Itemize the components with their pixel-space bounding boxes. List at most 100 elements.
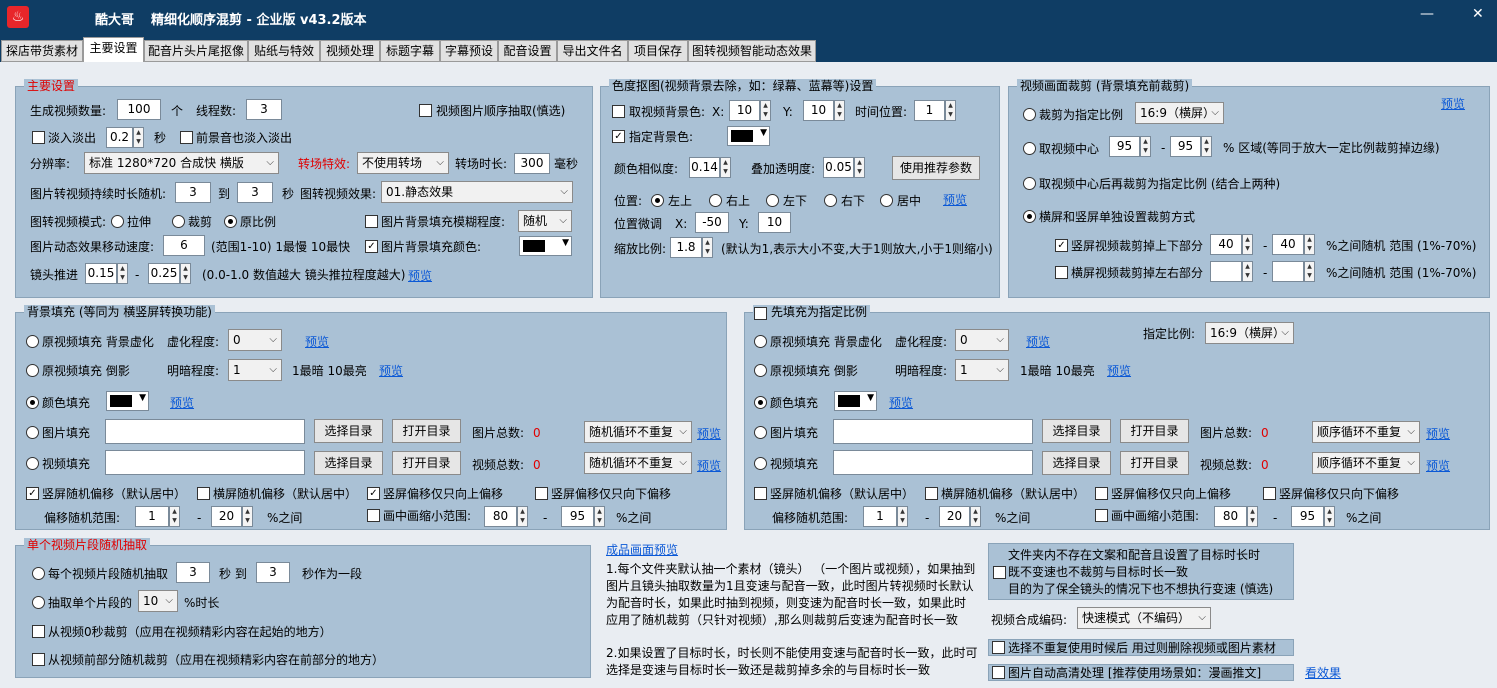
pip-b-spin-icon[interactable]: ▲ ▼ (594, 506, 605, 527)
fill2-horiz-rand-checkbox[interactable] (925, 487, 938, 500)
fill2-pip-a-spin-icon[interactable]: ▲ ▼ (1247, 506, 1258, 527)
pos-c-radio[interactable] (880, 194, 893, 207)
time-pos-input[interactable]: 1 (914, 100, 945, 121)
y-spin-icon[interactable]: ▲ ▼ (834, 100, 845, 121)
fill-orig-blur-radio[interactable] (26, 335, 39, 348)
chroma-preview-link[interactable]: 预览 (943, 192, 967, 208)
offset-b-input[interactable]: 20 (211, 506, 242, 527)
opacity-spin-icon[interactable]: ▲ ▼ (854, 157, 865, 178)
fine-x-input[interactable]: -50 (695, 212, 729, 233)
fill2-vid-path-input[interactable] (833, 450, 1033, 475)
take-bg-checkbox[interactable] (612, 105, 625, 118)
down-only-checkbox[interactable] (535, 487, 548, 500)
push-max-spin-icon[interactable]: ▲ ▼ (180, 263, 191, 284)
tab-title-subtitle[interactable]: 标题字幕 (380, 40, 440, 62)
bgm-fade-checkbox[interactable] (180, 131, 193, 144)
fill-img-open-dir-button[interactable]: 打开目录 (392, 419, 461, 443)
fill2-pip-checkbox[interactable] (1095, 509, 1108, 522)
vert-crop-a-input[interactable]: 40 (1210, 234, 1242, 255)
fill2-color-radio[interactable] (754, 396, 767, 409)
fill2-pip-b-input[interactable]: 95 (1291, 506, 1324, 527)
fill2-down-only-checkbox[interactable] (1263, 487, 1276, 500)
similarity-input[interactable]: 0.14 (689, 157, 720, 178)
fill-vid-open-dir-button[interactable]: 打开目录 (392, 451, 461, 475)
scale-input[interactable]: 1.8 (670, 237, 702, 258)
push-min-input[interactable]: 0.15 (85, 263, 117, 284)
pos-br-radio[interactable] (824, 194, 837, 207)
tab-stickers[interactable]: 贴纸与特效 (248, 40, 320, 62)
segment-opt2-select[interactable]: 10 ⌵ (138, 590, 178, 612)
fill2-vid-preview-link[interactable]: 预览 (1426, 458, 1450, 474)
horiz-crop-a-spin-icon[interactable]: ▲ ▼ (1242, 261, 1253, 282)
horiz-crop-a-input[interactable] (1210, 261, 1242, 282)
speed-input[interactable]: 6 (163, 235, 205, 256)
close-button[interactable]: ✕ (1472, 6, 1484, 22)
horiz-crop-b-spin-icon[interactable]: ▲ ▼ (1304, 261, 1315, 282)
vert-crop-b-input[interactable]: 40 (1272, 234, 1304, 255)
vert-crop-a-spin-icon[interactable]: ▲ ▼ (1242, 234, 1253, 255)
tab-subtitle-preset[interactable]: 字幕预设 (440, 40, 498, 62)
segment-cb1-checkbox[interactable] (32, 625, 45, 638)
hd-checkbox[interactable] (992, 666, 1005, 679)
bgcolor-checkbox[interactable]: ✓ (365, 240, 378, 253)
fill2-offset-a-spin-icon[interactable]: ▲ ▼ (897, 506, 908, 527)
final-preview-link[interactable]: 成品画面预览 (606, 542, 678, 558)
fade-checkbox[interactable] (32, 131, 45, 144)
fill2-bright-preview-link[interactable]: 预览 (1107, 363, 1131, 379)
resolution-select[interactable]: 标准 1280*720 合成快 横版 ⌵ (84, 152, 279, 174)
set-bg-color-picker[interactable]: ▼ (727, 126, 770, 146)
segment-cb2-checkbox[interactable] (32, 653, 45, 666)
blur-select[interactable]: 随机 ⌵ (518, 210, 572, 232)
fill2-color-preview-link[interactable]: 预览 (889, 395, 913, 411)
fill2-offset-a-input[interactable]: 1 (863, 506, 897, 527)
y-input[interactable]: 10 (803, 100, 834, 121)
horiz-crop-b-input[interactable] (1272, 261, 1304, 282)
offset-a-input[interactable]: 1 (135, 506, 169, 527)
tab-dubbing[interactable]: 配音设置 (498, 40, 557, 62)
pos-bl-radio[interactable] (766, 194, 779, 207)
fill2-vid-radio[interactable] (754, 457, 767, 470)
push-min-spin-icon[interactable]: ▲ ▼ (117, 263, 128, 284)
fill-img-loop-select[interactable]: 随机循环不重复 ⌵ (584, 421, 692, 443)
fill-img-preview-link[interactable]: 预览 (697, 426, 721, 442)
fill2-bright-select[interactable]: 1 ⌵ (955, 359, 1009, 381)
fill2-img-loop-select[interactable]: 顺序循环不重复 ⌵ (1312, 421, 1420, 443)
mode-ratio-radio[interactable] (224, 215, 237, 228)
fill2-vid-open-dir-button[interactable]: 打开目录 (1120, 451, 1189, 475)
offset-a-spin-icon[interactable]: ▲ ▼ (169, 506, 180, 527)
fill2-img-preview-link[interactable]: 预览 (1426, 426, 1450, 442)
tab-main-settings[interactable]: 主要设置 (83, 37, 144, 62)
fill-color-picker[interactable]: ▼ (106, 391, 149, 411)
crop-preview-link[interactable]: 预览 (1441, 96, 1465, 112)
img-order-checkbox[interactable] (419, 104, 432, 117)
mode-stretch-radio[interactable] (111, 215, 124, 228)
img-effect-select[interactable]: 01.静态效果 ⌵ (381, 181, 573, 203)
hd-effect-link[interactable]: 看效果 (1305, 665, 1341, 681)
up-only-checkbox[interactable]: ✓ (367, 487, 380, 500)
vert-crop-b-spin-icon[interactable]: ▲ ▼ (1304, 234, 1315, 255)
set-bg-checkbox[interactable]: ✓ (612, 130, 625, 143)
tab-image-to-video[interactable]: 图转视频智能动态效果 (688, 40, 816, 62)
fill2-blur-preview-link[interactable]: 预览 (1026, 334, 1050, 350)
nodub-checkbox[interactable] (993, 566, 1006, 579)
segment-opt2-radio[interactable] (32, 596, 45, 609)
crop-center-a-input[interactable]: 95 (1109, 136, 1140, 157)
pip-checkbox[interactable] (367, 509, 380, 522)
fine-y-input[interactable]: 10 (758, 212, 791, 233)
crop-opt4-radio[interactable] (1023, 210, 1036, 223)
pip-a-input[interactable]: 80 (484, 506, 517, 527)
offset-b-spin-icon[interactable]: ▲ ▼ (242, 506, 253, 527)
recommend-button[interactable]: 使用推荐参数 (892, 156, 980, 180)
horiz-crop-checkbox[interactable] (1055, 266, 1068, 279)
crop-center-b-spin-icon[interactable]: ▲ ▼ (1201, 136, 1212, 157)
fade-spin-icon[interactable]: ▲ ▼ (133, 127, 144, 148)
segment-opt1-radio[interactable] (32, 567, 45, 580)
transition-len-input[interactable]: 300 (514, 153, 550, 174)
fill-color-preview-link[interactable]: 预览 (170, 395, 194, 411)
pos-tr-radio[interactable] (709, 194, 722, 207)
segment-opt1-min-input[interactable]: 3 (176, 562, 210, 583)
tab-project-save[interactable]: 项目保存 (628, 40, 688, 62)
crop-opt2-radio[interactable] (1023, 142, 1036, 155)
fill2-blur-select[interactable]: 0 ⌵ (955, 329, 1009, 351)
bgcolor-picker[interactable]: ▼ (519, 236, 572, 256)
